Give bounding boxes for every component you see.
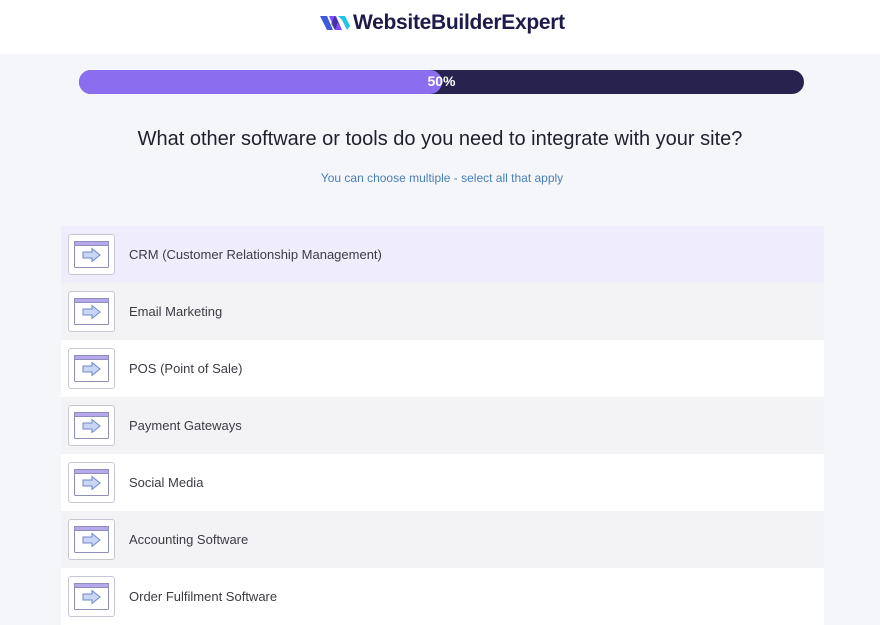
option-item[interactable]: Order Fulfilment Software xyxy=(61,568,824,625)
option-label: CRM (Customer Relationship Management) xyxy=(129,247,382,262)
option-item[interactable]: Social Media xyxy=(61,454,824,511)
browser-arrow-icon xyxy=(68,291,115,332)
question-subtitle: You can choose multiple - select all tha… xyxy=(320,171,564,185)
option-item[interactable]: Email Marketing xyxy=(61,283,824,340)
progress-label: 50% xyxy=(427,73,456,89)
option-item[interactable]: POS (Point of Sale) xyxy=(61,340,824,397)
browser-arrow-icon xyxy=(68,348,115,389)
options-list: CRM (Customer Relationship Management) Em… xyxy=(61,226,824,625)
option-label: Payment Gateways xyxy=(129,418,242,433)
browser-arrow-icon xyxy=(68,405,115,446)
option-item[interactable]: Payment Gateways xyxy=(61,397,824,454)
option-item[interactable]: CRM (Customer Relationship Management) xyxy=(61,226,824,283)
option-item[interactable]: Accounting Software xyxy=(61,511,824,568)
website-builder-expert-logo-icon xyxy=(320,16,350,30)
option-label: Social Media xyxy=(129,475,204,490)
browser-arrow-icon xyxy=(68,462,115,503)
browser-arrow-icon xyxy=(68,519,115,560)
option-label: Accounting Software xyxy=(129,532,249,547)
logo-text: WebsiteBuilderExpert xyxy=(353,11,565,34)
browser-arrow-icon xyxy=(68,234,115,275)
browser-arrow-icon xyxy=(68,576,115,617)
option-label: Order Fulfilment Software xyxy=(129,589,278,604)
question-title: What other software or tools do you need… xyxy=(137,128,743,150)
option-label: Email Marketing xyxy=(129,304,223,319)
progress-bar: 50% xyxy=(79,70,804,94)
option-label: POS (Point of Sale) xyxy=(129,361,243,376)
logo[interactable]: WebsiteBuilderExpert xyxy=(320,9,565,37)
header: WebsiteBuilderExpert xyxy=(0,0,880,54)
